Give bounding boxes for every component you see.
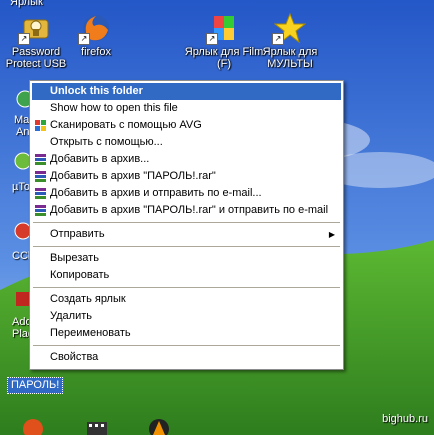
submenu-arrow-icon: ▶: [328, 230, 335, 239]
left-label-uto: µTo: [12, 181, 30, 193]
menu-item-add-rar-and-email[interactable]: Добавить в архив "ПАРОЛЬ!.rar" и отправи…: [32, 202, 341, 219]
menu-item-properties[interactable]: Свойства: [32, 349, 341, 366]
menu-item-create-shortcut[interactable]: Создать ярлык: [32, 291, 341, 308]
left-label-ma: Ma: [14, 114, 30, 126]
menu-item-cut[interactable]: Вырезать: [32, 250, 341, 267]
menu-item-open-with[interactable]: Открыть с помощью...: [32, 134, 341, 151]
bottom-icon-1[interactable]: [22, 418, 44, 435]
menu-item-unlock-folder[interactable]: Unlock this folder: [32, 83, 341, 100]
icon-label-top: Ярлык: [10, 0, 43, 8]
watermark: bighub.ru: [382, 413, 428, 425]
film-shortcut-icon: ↗: [206, 12, 240, 45]
winrar-icon: [35, 188, 46, 199]
menu-item-copy[interactable]: Копировать: [32, 267, 341, 284]
winrar-icon: [35, 154, 46, 165]
multy-shortcut[interactable]: ↗ Ярлык для МУЛЬТЫ: [250, 12, 330, 70]
menu-item-add-to-archive[interactable]: Добавить в архив...: [32, 151, 341, 168]
menu-item-add-to-rar[interactable]: Добавить в архив "ПАРОЛЬ!.rar": [32, 168, 341, 185]
star-icon: ↗: [272, 12, 306, 45]
menu-separator: [33, 345, 340, 346]
winrar-icon: [35, 205, 46, 216]
menu-item-add-and-email[interactable]: Добавить в архив и отправить по e-mail..…: [32, 185, 341, 202]
password-protect-icon: ↗: [18, 12, 52, 45]
winrar-icon: [35, 171, 46, 182]
left-label-an: An: [16, 126, 30, 138]
film-icon: [87, 422, 107, 435]
menu-separator: [33, 246, 340, 247]
vlc-icon: [149, 419, 169, 435]
firefox-icon: ↗: [78, 12, 112, 45]
firefox-shortcut[interactable]: ↗ firefox: [56, 12, 136, 58]
avg-icon: [35, 120, 46, 131]
menu-item-scan-avg[interactable]: Сканировать с помощью AVG: [32, 117, 341, 134]
context-menu: Unlock this folder Show how to open this…: [29, 80, 344, 370]
menu-item-delete[interactable]: Удалить: [32, 308, 341, 325]
menu-item-show-how-to-open[interactable]: Show how to open this file: [32, 100, 341, 117]
menu-item-rename[interactable]: Переименовать: [32, 325, 341, 342]
avatar-icon: [23, 419, 43, 435]
menu-item-send-to[interactable]: Отправить ▶: [32, 226, 341, 243]
menu-separator: [33, 222, 340, 223]
selected-folder-label[interactable]: ПАРОЛЬ!: [7, 377, 64, 394]
bottom-icon-3[interactable]: [148, 418, 170, 435]
bottom-icon-2[interactable]: [86, 420, 108, 435]
menu-separator: [33, 287, 340, 288]
